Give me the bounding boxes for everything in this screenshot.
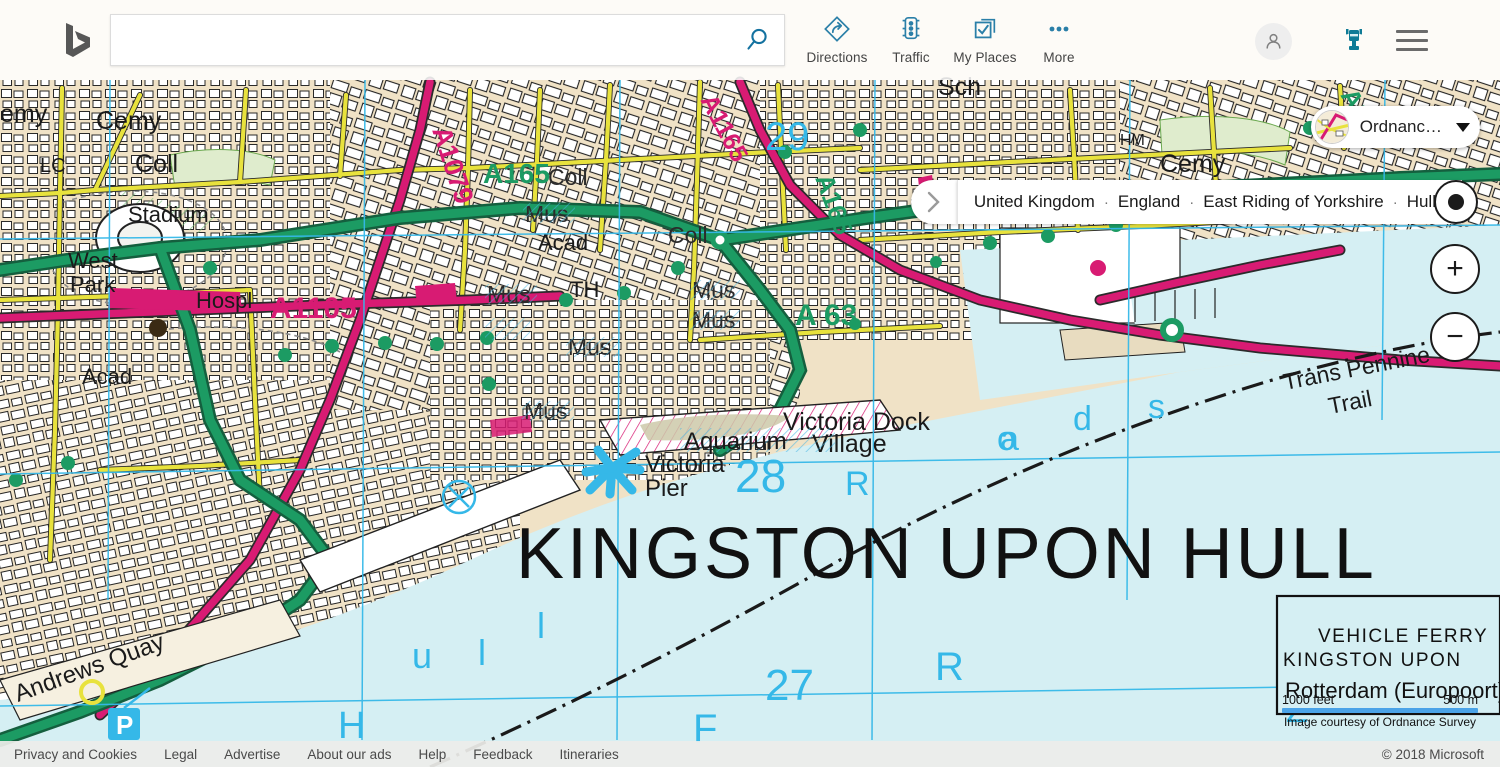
svg-text:Coll: Coll bbox=[548, 164, 588, 190]
chevron-right-icon bbox=[924, 190, 943, 214]
footer-link-feedback[interactable]: Feedback bbox=[473, 747, 532, 762]
svg-text:P: P bbox=[116, 710, 133, 740]
tool-traffic-label: Traffic bbox=[892, 50, 929, 65]
breadcrumb-separator: · bbox=[1104, 194, 1109, 211]
svg-text:TH: TH bbox=[570, 277, 599, 302]
tool-directions[interactable]: Directions bbox=[800, 14, 874, 65]
svg-text:LC: LC bbox=[40, 155, 66, 177]
directions-diamond-arrow-icon bbox=[823, 14, 851, 44]
breadcrumb-separator: · bbox=[1393, 194, 1398, 211]
svg-text:29: 29 bbox=[765, 115, 810, 159]
scale-bar-line bbox=[1282, 708, 1478, 713]
breadcrumb-item-region[interactable]: England bbox=[1118, 192, 1180, 212]
svg-text:28: 28 bbox=[735, 450, 786, 502]
rewards-trophy-icon[interactable] bbox=[1340, 26, 1368, 61]
tool-my-places-label: My Places bbox=[953, 50, 1016, 65]
tool-traffic[interactable]: Traffic bbox=[874, 14, 948, 65]
hamburger-line bbox=[1396, 48, 1428, 51]
scale-imperial: 1000 feet bbox=[1282, 693, 1334, 707]
svg-text:d: d bbox=[1073, 400, 1092, 438]
svg-text:Victoria: Victoria bbox=[645, 451, 725, 478]
svg-text:KINGSTON UPON: KINGSTON UPON bbox=[1283, 650, 1462, 671]
map-style-label: Ordnanc… bbox=[1360, 117, 1442, 137]
svg-text:Hospl: Hospl bbox=[196, 288, 252, 313]
map-style-picker[interactable]: Ordnanc… bbox=[1311, 106, 1480, 148]
footer-links: Privacy and Cookies Legal Advertise Abou… bbox=[0, 747, 619, 762]
breadcrumb-path: United Kingdom · England · East Riding o… bbox=[957, 180, 1462, 224]
locate-me-button[interactable] bbox=[1434, 180, 1478, 224]
tool-directions-label: Directions bbox=[806, 50, 867, 65]
svg-text:u: u bbox=[412, 635, 432, 676]
svg-text:R: R bbox=[935, 645, 964, 689]
app-header: Directions Traffic bbox=[0, 0, 1500, 80]
svg-text:a: a bbox=[1000, 420, 1019, 458]
hamburger-menu-icon[interactable] bbox=[1396, 30, 1428, 51]
hamburger-line bbox=[1396, 30, 1428, 33]
tool-more-label: More bbox=[1043, 50, 1074, 65]
svg-text:Coll: Coll bbox=[135, 150, 178, 178]
tool-my-places[interactable]: My Places bbox=[948, 14, 1022, 65]
more-ellipsis-icon bbox=[1045, 14, 1073, 44]
svg-text:West: West bbox=[68, 248, 118, 273]
scale-bar: 1000 feet 500 m Image courtesy of Ordnan… bbox=[1282, 693, 1478, 729]
header-tool-group: Directions Traffic bbox=[800, 14, 1096, 65]
svg-text:KINGSTON UPON HULL: KINGSTON UPON HULL bbox=[516, 514, 1377, 594]
footer-link-about-our-ads[interactable]: About our ads bbox=[307, 747, 391, 762]
svg-text:Park: Park bbox=[70, 272, 116, 297]
tool-more[interactable]: More bbox=[1022, 14, 1096, 65]
svg-text:emy: emy bbox=[0, 100, 48, 128]
breadcrumb-item-country[interactable]: United Kingdom bbox=[974, 192, 1095, 212]
footer-link-help[interactable]: Help bbox=[418, 747, 446, 762]
svg-text:Cemy: Cemy bbox=[96, 107, 162, 135]
svg-text:A 63: A 63 bbox=[795, 299, 857, 332]
search-input[interactable] bbox=[111, 16, 730, 64]
svg-text:A1105: A1105 bbox=[270, 292, 357, 325]
my-places-checkbox-stack-icon bbox=[971, 14, 999, 44]
zoom-in-button[interactable]: + bbox=[1430, 244, 1480, 294]
svg-text:Acad: Acad bbox=[538, 230, 588, 255]
hamburger-line bbox=[1396, 39, 1428, 42]
search-box[interactable] bbox=[110, 14, 785, 66]
map-thumbnail-icon bbox=[1315, 110, 1349, 144]
breadcrumb-item-city[interactable]: Hull bbox=[1407, 192, 1436, 212]
plus-icon: + bbox=[1446, 254, 1464, 284]
svg-text:Acad: Acad bbox=[82, 364, 132, 389]
search-icon[interactable] bbox=[730, 15, 784, 65]
copyright-notice: © 2018 Microsoft bbox=[1382, 747, 1484, 762]
map-attribution: Image courtesy of Ordnance Survey bbox=[1282, 715, 1478, 729]
footer-link-legal[interactable]: Legal bbox=[164, 747, 197, 762]
account-avatar[interactable] bbox=[1255, 23, 1292, 60]
svg-text:Stadium: Stadium bbox=[128, 202, 209, 227]
svg-text:27: 27 bbox=[765, 661, 814, 710]
map-render[interactable]: KINGSTON UPON HULL emy Cemy Coll Cemy Sc… bbox=[0, 0, 1500, 767]
breadcrumb-separator: · bbox=[1189, 194, 1194, 211]
person-avatar-icon bbox=[1263, 31, 1284, 52]
svg-text:l: l bbox=[537, 605, 545, 646]
footer-link-advertise[interactable]: Advertise bbox=[224, 747, 280, 762]
footer-link-itineraries[interactable]: Itineraries bbox=[560, 747, 619, 762]
svg-text:l: l bbox=[478, 632, 486, 673]
svg-text:VEHICLE FERRY: VEHICLE FERRY bbox=[1318, 626, 1488, 647]
svg-text:s: s bbox=[1148, 388, 1165, 426]
breadcrumb: United Kingdom · England · East Riding o… bbox=[911, 180, 1462, 224]
scale-metric: 500 m bbox=[1443, 693, 1478, 707]
svg-text:Coll: Coll bbox=[668, 222, 708, 248]
svg-text:A165: A165 bbox=[483, 158, 550, 189]
svg-text:Pier: Pier bbox=[645, 475, 688, 502]
app-footer: Privacy and Cookies Legal Advertise Abou… bbox=[0, 741, 1500, 767]
svg-text:R: R bbox=[845, 465, 870, 503]
traffic-light-icon bbox=[897, 14, 925, 44]
map-canvas[interactable]: KINGSTON UPON HULL emy Cemy Coll Cemy Sc… bbox=[0, 0, 1500, 767]
zoom-out-button[interactable]: − bbox=[1430, 312, 1480, 362]
footer-link-privacy[interactable]: Privacy and Cookies bbox=[14, 747, 137, 762]
locate-me-icon bbox=[1448, 194, 1464, 210]
chevron-down-icon bbox=[1456, 123, 1470, 132]
breadcrumb-expand-button[interactable] bbox=[911, 180, 957, 224]
minus-icon: − bbox=[1446, 322, 1464, 352]
svg-text:HM: HM bbox=[1120, 132, 1145, 149]
breadcrumb-item-county[interactable]: East Riding of Yorkshire bbox=[1203, 192, 1384, 212]
bing-b-logo-icon[interactable] bbox=[54, 17, 100, 63]
svg-text:Cemy: Cemy bbox=[1160, 150, 1226, 178]
